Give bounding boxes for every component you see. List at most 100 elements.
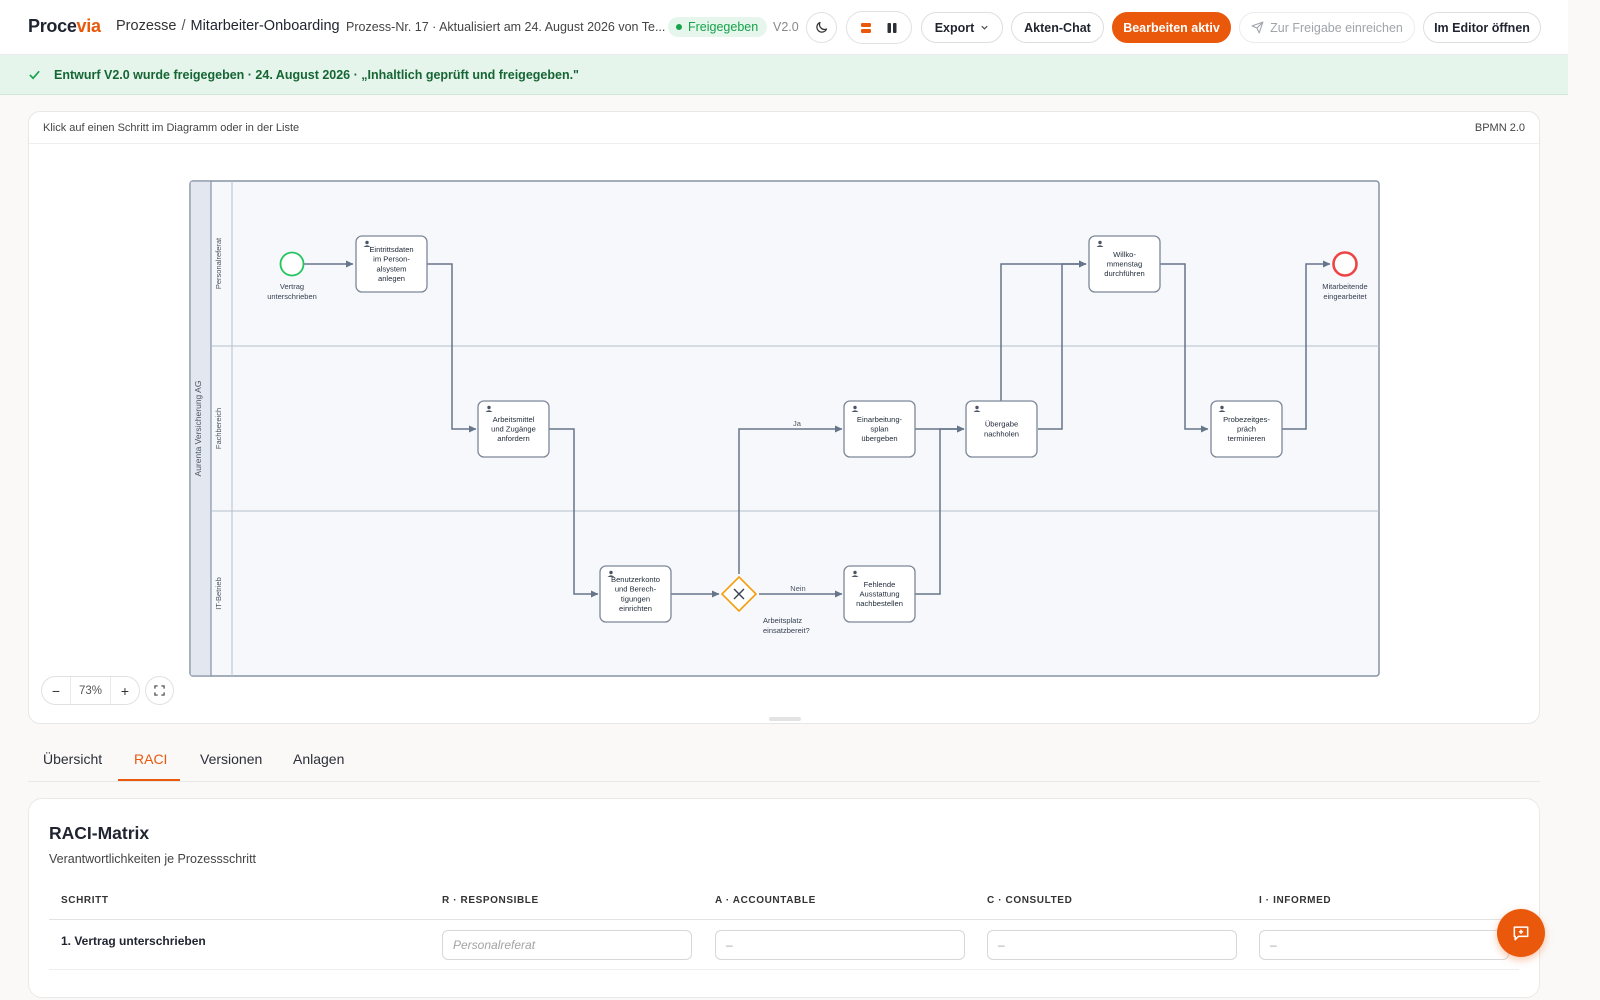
top-bar: Procevia Prozesse / Mitarbeiter-Onboarding… [0,0,1568,55]
lane-label-fachbereich: Fachbereich [214,408,223,449]
col-header-consulted: C · CONSULTED [987,895,1073,906]
tab-anlagen[interactable]: Anlagen [293,751,344,767]
task-label-line: Probezeitges- [1223,415,1270,424]
logo-text-main: Proce [28,16,77,36]
edit-active-button[interactable]: Bearbeiten aktiv [1112,12,1231,43]
task-label-line: Einarbeitung- [857,415,903,424]
task-label-line: tigungen [621,594,650,603]
task-t1[interactable]: Eintrittsdatenim Person-alsystemanlegen [355,235,428,293]
resize-handle[interactable] [769,717,801,721]
export-button-label: Export [934,20,975,35]
view-stacked-button[interactable] [854,17,878,39]
task-label-line: übergeben [861,434,897,443]
task-label-line: alsystem [377,264,407,273]
header-divider [49,919,1519,920]
chevron-down-icon [981,25,988,30]
submit-approval-label: Zur Freigabe einreichen [1270,20,1403,35]
task-label-line: Ausstattung [859,590,899,599]
task-label-line: Fehlende [864,580,896,589]
approval-banner: Entwurf V2.0 wurde freigegeben · 24. Aug… [0,55,1568,95]
columns-layout-icon [887,22,897,33]
breadcrumb-current: Mitarbeiter-Onboarding [190,18,340,34]
theme-toggle-button[interactable] [806,12,837,43]
moon-icon [816,21,828,33]
zoom-out-button[interactable]: − [42,677,70,704]
task-label-line: terminieren [1228,434,1266,443]
task-label-line: und Zugänge [491,425,536,434]
diagram-header: Klick auf einen Schritt im Diagramm oder… [29,112,1539,144]
accountable-input[interactable]: – [715,930,965,960]
col-header-informed: I · INFORMED [1259,895,1332,906]
logo-text-accent: via [76,16,101,36]
task-label-line: und Berech- [615,585,657,594]
gateway-label-line2: einsatzbereit? [763,626,810,635]
lane-label-personalreferat: Personalreferat [214,237,223,289]
task-label-line: Übergabe [985,420,1018,429]
breadcrumb: Prozesse / Mitarbeiter-Onboarding [116,18,340,34]
task-t5[interactable]: FehlendeAusstattungnachbestellen [843,565,916,623]
version-label: V2.0 [773,20,799,34]
flow-label-yes: Ja [793,419,802,428]
end-event-label-line2: eingearbeitet [1323,292,1367,301]
process-meta: Prozess-Nr. 17 · Aktualisiert am 24. Aug… [346,20,666,34]
chat-plus-icon [1513,926,1529,941]
start-event-label-line2: unterschrieben [267,292,317,301]
open-editor-button[interactable]: Im Editor öffnen [1423,12,1541,43]
task-label-line: Eintrittsdaten [369,245,413,254]
diagram-card: Klick auf einen Schritt im Diagramm oder… [28,111,1540,724]
tab-raci[interactable]: RACI [134,751,167,767]
app-logo[interactable]: Procevia [28,16,101,37]
task-label-line: im Person- [373,255,410,264]
view-split-button[interactable] [880,17,904,39]
responsible-input[interactable]: Personalreferat [442,930,692,960]
task-label-line: anlegen [378,274,405,283]
chat-fab-button[interactable] [1497,909,1545,957]
raci-step-name: 1. Vertrag unterschrieben [61,934,206,948]
gateway-label-line1: Arbeitsplatz [763,616,802,625]
task-label-line: nachholen [984,429,1019,438]
send-icon [1251,21,1264,34]
diagram-hint: Klick auf einen Schritt im Diagramm oder… [43,122,300,134]
task-label-line: splan [870,425,888,434]
zoom-control: − 73% + [41,676,140,705]
raci-card: RACI-Matrix Verantwortlichkeiten je Proz… [28,798,1540,998]
lane-label-it-betrieb: IT-Betrieb [214,577,223,610]
task-t6[interactable]: Übergabenachholen [965,400,1038,458]
export-button[interactable]: Export [921,12,1003,43]
breadcrumb-separator: / [181,18,186,34]
col-header-step: SCHRITT [61,895,109,906]
bpmn-diagram[interactable]: Aurenta Versicherung AG Personalreferat … [29,145,1540,720]
zoom-in-button[interactable]: + [111,677,139,704]
tab-versionen[interactable]: Versionen [200,751,262,767]
start-event-label-line1: Vertrag [280,282,304,291]
status-badge: Freigegeben [668,17,768,37]
pool-label: Aurenta Versicherung AG [193,381,203,477]
end-event-label-line1: Mitarbeitende [1322,282,1367,291]
task-t4[interactable]: Einarbeitung-splanübergeben [843,400,916,458]
task-t8[interactable]: Probezeitges-prächterminieren [1210,400,1283,458]
task-t3[interactable]: Benutzerkontound Berech-tigungeneinricht… [599,565,672,623]
task-label-line: Benutzerkonto [611,575,660,584]
task-t2[interactable]: Arbeitsmittelund Zugängeanfordern [477,400,550,458]
zoom-level: 73% [70,677,111,704]
task-label-line: nachbestellen [856,599,903,608]
status-dot-icon [676,24,682,30]
informed-input[interactable]: – [1259,930,1509,960]
flow-label-no: Nein [790,584,805,593]
col-header-accountable: A · ACCOUNTABLE [715,895,816,906]
tab-uebersicht[interactable]: Übersicht [43,751,102,767]
col-header-responsible: R · RESPONSIBLE [442,895,539,906]
view-toggle [846,11,912,44]
fit-view-button[interactable] [145,676,174,705]
status-badge-label: Freigegeben [688,20,759,34]
task-label-line: durchführen [1104,269,1145,278]
task-t7[interactable]: Willko-mmenstagdurchführen [1088,235,1161,293]
akten-chat-button[interactable]: Akten-Chat [1011,12,1104,43]
detail-tabs: Übersicht RACI Versionen Anlagen [28,738,1540,782]
diagram-standard: BPMN 2.0 [1474,122,1525,134]
task-label-line: Willko- [1113,250,1136,259]
submit-approval-button[interactable]: Zur Freigabe einreichen [1239,12,1415,43]
breadcrumb-parent[interactable]: Prozesse [116,18,176,34]
task-label-line: einrichten [619,604,652,613]
consulted-input[interactable]: – [987,930,1237,960]
